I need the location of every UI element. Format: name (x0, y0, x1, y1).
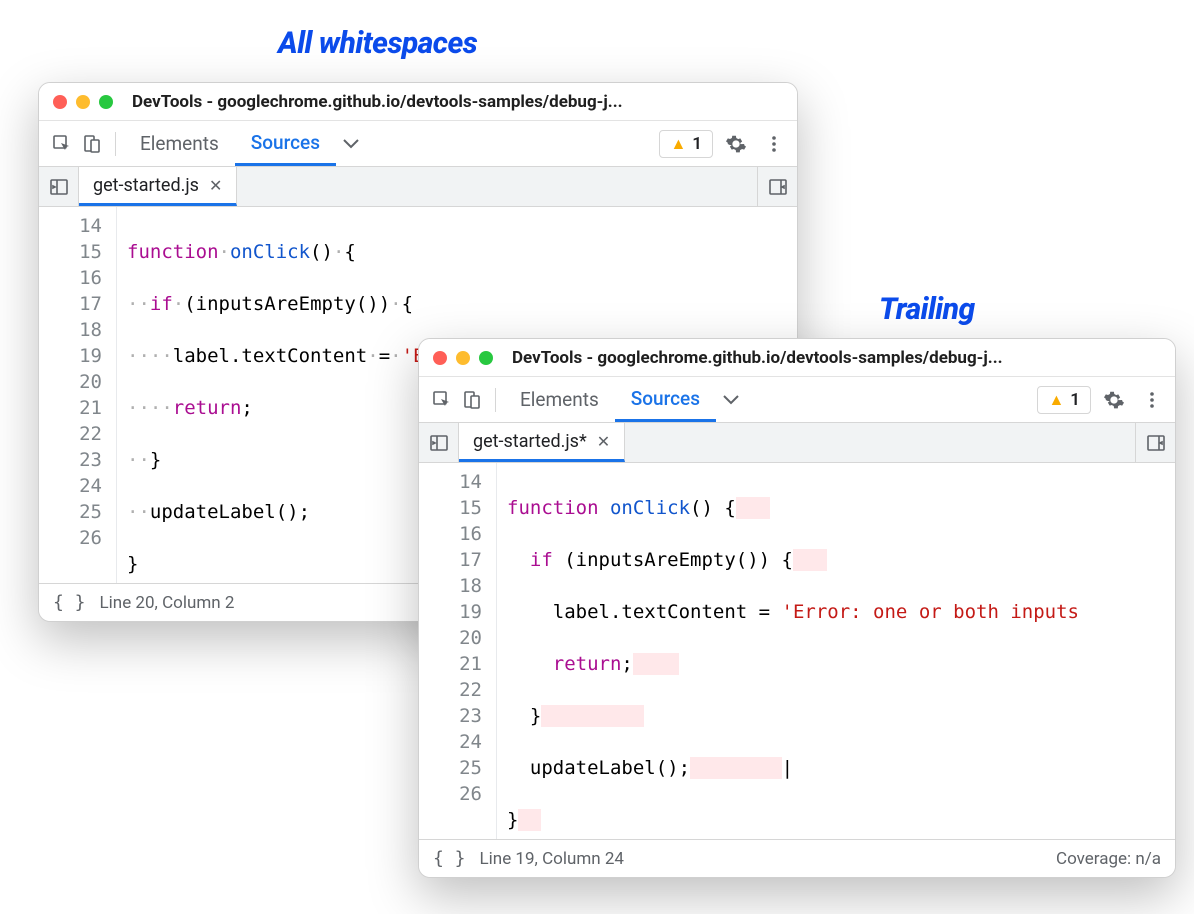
coverage-status: Coverage: n/a (1056, 849, 1161, 869)
inspect-icon[interactable] (427, 385, 457, 415)
traffic-zoom[interactable] (99, 95, 113, 109)
traffic-close[interactable] (433, 351, 447, 365)
titlebar: DevTools - googlechrome.github.io/devtoo… (39, 83, 797, 121)
code-editor[interactable]: 14151617181920212223242526 function onCl… (419, 463, 1175, 839)
warning-count: 1 (1070, 390, 1080, 410)
tab-elements[interactable]: Elements (504, 377, 615, 422)
line-gutter: 14151617181920212223242526 (419, 463, 497, 839)
main-toolbar: Elements Sources ▲ 1 (419, 377, 1175, 423)
sidebar-toggle-icon[interactable] (757, 167, 797, 206)
settings-icon[interactable] (721, 129, 751, 159)
devtools-window-right: DevTools - googlechrome.github.io/devtoo… (418, 338, 1176, 878)
close-icon[interactable]: ✕ (209, 176, 222, 195)
traffic-minimize[interactable] (456, 351, 470, 365)
navigator-toggle-icon[interactable] (419, 423, 459, 462)
traffic-minimize[interactable] (76, 95, 90, 109)
status-bar: { } Line 19, Column 24 Coverage: n/a (419, 839, 1175, 877)
warning-icon: ▲ (670, 134, 686, 154)
warnings-badge[interactable]: ▲ 1 (1037, 386, 1091, 414)
tab-sources[interactable]: Sources (615, 377, 716, 422)
file-tab[interactable]: get-started.js* ✕ (459, 423, 625, 462)
pretty-print-icon[interactable]: { } (433, 848, 466, 869)
device-icon[interactable] (457, 385, 487, 415)
file-tab-bar: get-started.js* ✕ (419, 423, 1175, 463)
file-tab[interactable]: get-started.js ✕ (79, 167, 237, 206)
tab-elements[interactable]: Elements (124, 121, 235, 166)
close-icon[interactable]: ✕ (597, 432, 610, 451)
sidebar-toggle-icon[interactable] (1135, 423, 1175, 462)
traffic-zoom[interactable] (479, 351, 493, 365)
settings-icon[interactable] (1099, 385, 1129, 415)
cursor-position: Line 19, Column 24 (480, 849, 624, 869)
kebab-menu-icon[interactable] (1137, 385, 1167, 415)
caption-trailing: Trailing (879, 292, 975, 327)
more-tabs-icon[interactable] (716, 385, 746, 415)
main-toolbar: Elements Sources ▲ 1 (39, 121, 797, 167)
titlebar: DevTools - googlechrome.github.io/devtoo… (419, 339, 1175, 377)
traffic-close[interactable] (53, 95, 67, 109)
warning-icon: ▲ (1048, 390, 1064, 410)
inspect-icon[interactable] (47, 129, 77, 159)
warning-count: 1 (692, 134, 702, 154)
warnings-badge[interactable]: ▲ 1 (659, 130, 713, 158)
tab-sources[interactable]: Sources (235, 121, 336, 166)
window-title: DevTools - googlechrome.github.io/devtoo… (132, 92, 783, 112)
file-tab-name: get-started.js* (473, 431, 587, 452)
navigator-toggle-icon[interactable] (39, 167, 79, 206)
more-tabs-icon[interactable] (336, 129, 366, 159)
device-icon[interactable] (77, 129, 107, 159)
separator (495, 388, 496, 412)
code-content[interactable]: function onClick() { if (inputsAreEmpty(… (497, 463, 1175, 839)
file-tab-bar: get-started.js ✕ (39, 167, 797, 207)
caption-all-whitespaces: All whitespaces (278, 26, 477, 61)
separator (115, 132, 116, 156)
kebab-menu-icon[interactable] (759, 129, 789, 159)
file-tab-name: get-started.js (93, 175, 199, 196)
cursor-position: Line 20, Column 2 (100, 593, 235, 613)
line-gutter: 14151617181920212223242526 (39, 207, 117, 583)
pretty-print-icon[interactable]: { } (53, 592, 86, 613)
window-title: DevTools - googlechrome.github.io/devtoo… (512, 348, 1161, 368)
